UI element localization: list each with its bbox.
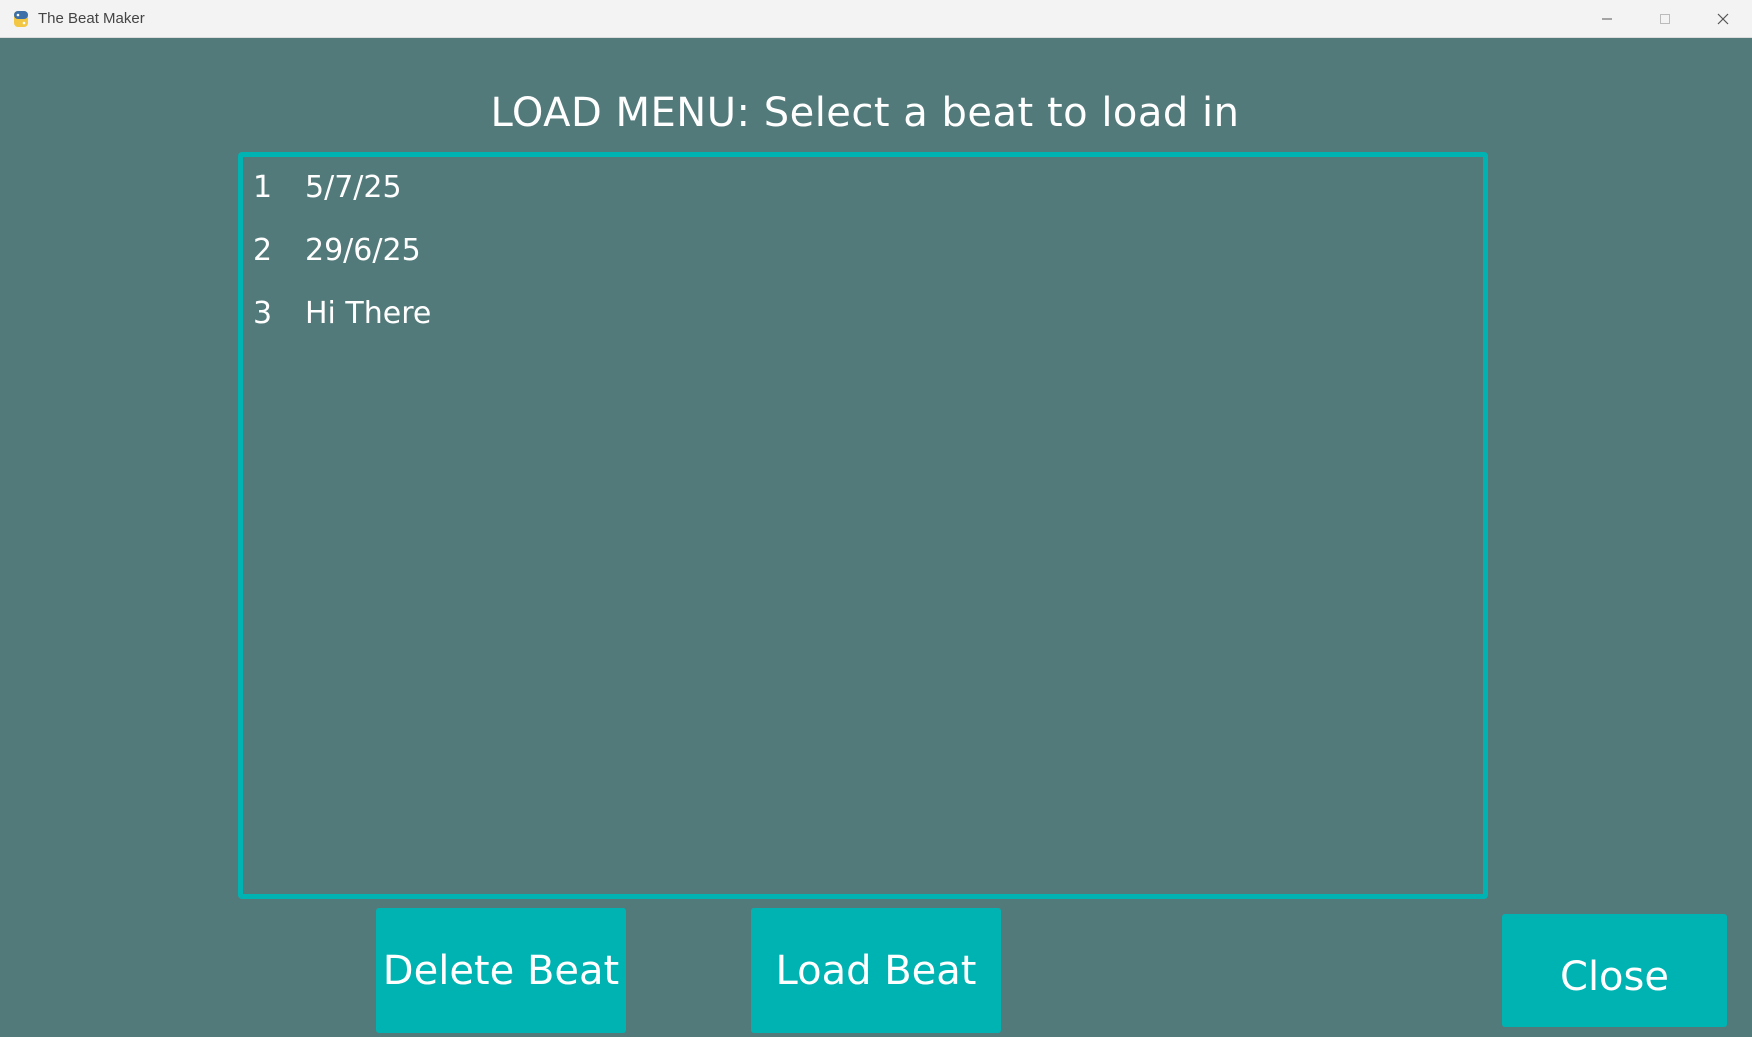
page-title: LOAD MENU: Select a beat to load in — [490, 90, 1240, 136]
close-icon — [1717, 13, 1729, 25]
load-beat-button[interactable]: Load Beat — [751, 908, 1001, 1033]
python-icon — [12, 10, 30, 28]
beat-list[interactable]: 1 5/7/25 2 29/6/25 3 Hi There — [238, 152, 1488, 899]
title-bar[interactable]: The Beat Maker — [0, 0, 1752, 38]
app-window: The Beat Maker LOAD MENU: Select a beat … — [0, 0, 1752, 1037]
list-item-name: 5/7/25 — [305, 169, 402, 205]
list-item[interactable]: 1 5/7/25 — [253, 162, 402, 212]
list-item-name: Hi There — [305, 295, 432, 331]
list-item-index: 2 — [253, 232, 273, 268]
list-item-name: 29/6/25 — [305, 232, 421, 268]
maximize-button[interactable] — [1636, 0, 1694, 38]
list-item-index: 1 — [253, 169, 273, 205]
maximize-icon — [1660, 14, 1670, 24]
list-item[interactable]: 2 29/6/25 — [253, 225, 421, 275]
minimize-button[interactable] — [1578, 0, 1636, 38]
list-item-index: 3 — [253, 295, 273, 331]
delete-beat-button[interactable]: Delete Beat — [376, 908, 626, 1033]
window-title: The Beat Maker — [38, 10, 145, 27]
close-window-button[interactable] — [1694, 0, 1752, 38]
load-menu-screen: LOAD MENU: Select a beat to load in 1 5/… — [0, 38, 1752, 1037]
minimize-icon — [1602, 18, 1612, 20]
window-controls — [1578, 0, 1752, 38]
list-item[interactable]: 3 Hi There — [253, 288, 431, 338]
close-button[interactable]: Close — [1502, 914, 1727, 1027]
